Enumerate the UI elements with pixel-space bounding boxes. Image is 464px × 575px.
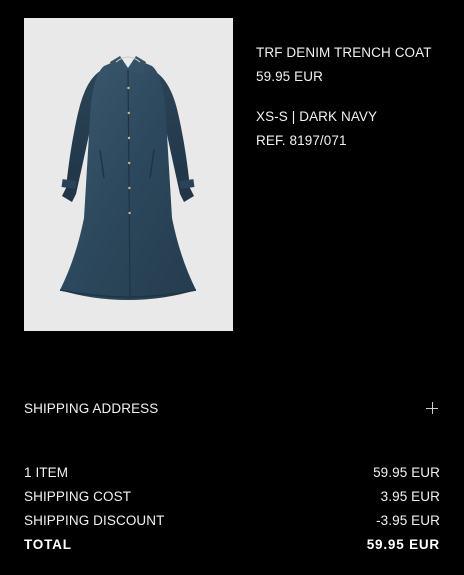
product-name[interactable]: TRF DENIM TRENCH COAT [256,44,456,62]
denim-trench-coat-photo [24,18,233,331]
product-image[interactable] [24,18,233,331]
shipping-discount-label: SHIPPING DISCOUNT [24,512,165,528]
shipping-address-label: SHIPPING ADDRESS [24,400,159,416]
product-reference: REF. 8197/071 [256,133,347,148]
total-value: 59.95 EUR [366,536,440,552]
items-value: 59.95 EUR [373,464,440,480]
order-summary: 1 ITEM 59.95 EUR SHIPPING COST 3.95 EUR … [24,460,440,556]
shipping-cost-value: 3.95 EUR [380,488,440,504]
items-label: 1 ITEM [24,464,69,480]
product-size-color: XS-S | DARK NAVY [256,109,378,124]
shipping-cost-label: SHIPPING COST [24,488,132,504]
shipping-discount-value: -3.95 EUR [376,512,440,528]
summary-items-row: 1 ITEM 59.95 EUR [24,460,440,484]
product-price: 59.95 EUR [256,69,323,84]
product-details: TRF DENIM TRENCH COAT 59.95 EUR XS-S | D… [256,44,456,150]
summary-shipping-cost-row: SHIPPING COST 3.95 EUR [24,484,440,508]
shipping-address-toggle[interactable]: SHIPPING ADDRESS [24,398,440,418]
plus-icon[interactable] [426,402,438,414]
summary-total-row: TOTAL 59.95 EUR [24,532,440,556]
total-label: TOTAL [24,536,72,552]
summary-shipping-discount-row: SHIPPING DISCOUNT -3.95 EUR [24,508,440,532]
